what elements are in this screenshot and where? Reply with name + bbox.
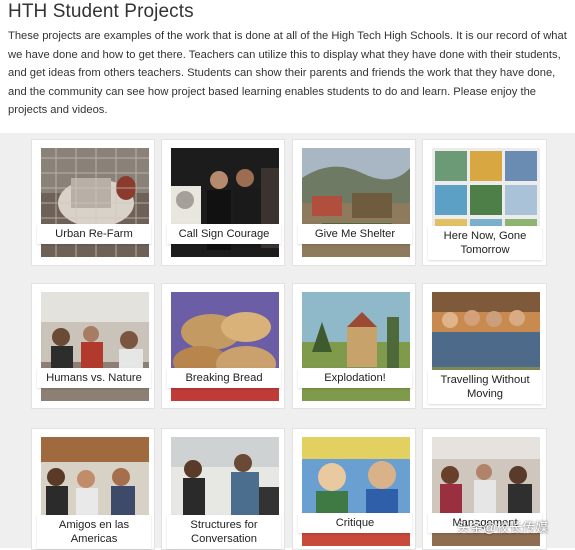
project-title: Travelling Without Moving — [428, 370, 542, 404]
project-card-give-me-shelter[interactable]: Give Me Shelter — [292, 139, 416, 266]
project-card-structures-for-conversation[interactable]: Structures for Conversation — [161, 428, 285, 550]
project-title: Explodation! — [298, 368, 412, 388]
project-title: Critique — [298, 513, 412, 533]
project-title: Amigos en las Americas — [37, 515, 151, 549]
project-card-explodation[interactable]: Explodation! — [292, 283, 416, 409]
project-title: Call Sign Courage — [167, 224, 281, 244]
project-card-amigos-en-las-americas[interactable]: Amigos en las Americas — [31, 428, 155, 550]
project-card-breaking-bread[interactable]: Breaking Bread — [161, 283, 285, 409]
project-card-travelling-without-moving[interactable]: Travelling Without Moving — [422, 283, 547, 409]
project-card-call-sign-courage[interactable]: Call Sign Courage — [161, 139, 285, 266]
project-card-humans-vs-nature[interactable]: Humans vs. Nature — [31, 283, 155, 409]
intro-paragraph: These projects are examples of the work … — [8, 30, 567, 117]
project-card-critique[interactable]: Critique — [292, 428, 416, 550]
project-title: Here Now, Gone Tomorrow — [428, 226, 542, 260]
page-title: HTH Student Projects — [8, 1, 194, 22]
project-title: Urban Re-Farm — [37, 224, 151, 244]
page-header: HTH Student Projects These projects are … — [0, 0, 575, 133]
project-title: Give Me Shelter — [298, 224, 412, 244]
project-title: Humans vs. Nature — [37, 368, 151, 388]
project-card-urban-re-farm[interactable]: Urban Re-Farm — [31, 139, 155, 266]
project-title: Breaking Bread — [167, 368, 281, 388]
watermark: 头条@校长传媒 — [457, 520, 549, 535]
project-card-here-now-gone-tomorrow[interactable]: Here Now, Gone Tomorrow — [422, 139, 547, 266]
project-title: Structures for Conversation — [167, 515, 281, 549]
